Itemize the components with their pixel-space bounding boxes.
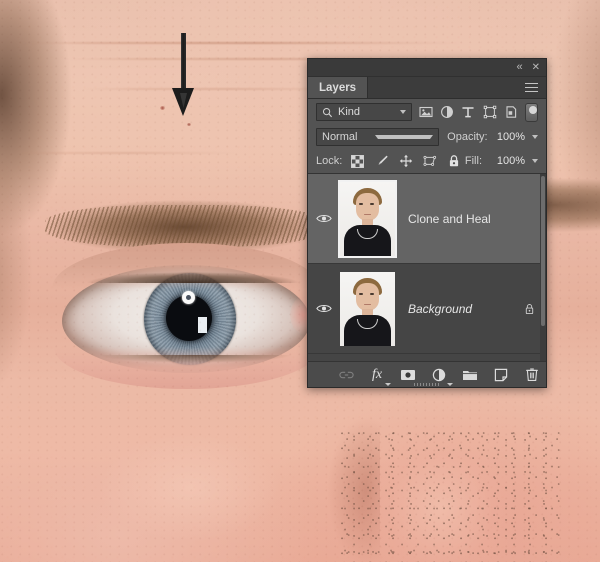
blemish-pointer-arrow bbox=[172, 33, 196, 116]
new-group-button[interactable] bbox=[462, 366, 479, 383]
chevron-down-icon[interactable] bbox=[400, 110, 406, 114]
layer-locked-icon[interactable] bbox=[518, 303, 540, 315]
filter-kind-select[interactable]: Kind bbox=[316, 103, 412, 121]
fill-chevron-down-icon[interactable] bbox=[532, 159, 538, 163]
layer-name-label[interactable]: Clone and Heal bbox=[398, 212, 518, 226]
blend-mode-value: Normal bbox=[322, 131, 375, 143]
delete-layer-button[interactable] bbox=[524, 366, 541, 383]
opacity-chevron-down-icon[interactable] bbox=[532, 135, 538, 139]
folder-icon bbox=[462, 368, 478, 381]
blend-mode-select[interactable]: Normal bbox=[316, 128, 439, 146]
half-circle-icon bbox=[432, 368, 446, 382]
opacity-input[interactable]: 100% bbox=[493, 131, 525, 143]
filter-pixel-layers-icon[interactable] bbox=[419, 104, 433, 121]
chevron-down-icon[interactable] bbox=[447, 383, 453, 386]
panel-resize-grip[interactable] bbox=[414, 383, 440, 386]
layer-row-clone-and-heal[interactable]: Clone and Heal bbox=[308, 174, 546, 264]
trash-icon bbox=[525, 367, 539, 382]
layer-thumbnail-cell[interactable] bbox=[336, 182, 398, 256]
panel-tab-bar[interactable]: Layers bbox=[308, 77, 546, 99]
opacity-label: Opacity: bbox=[447, 131, 487, 143]
lock-label: Lock: bbox=[316, 155, 342, 167]
lock-position-icon[interactable] bbox=[398, 154, 413, 169]
lock-bar[interactable]: Lock: bbox=[308, 149, 546, 173]
portrait-thumbnail[interactable] bbox=[340, 182, 395, 256]
layer-visibility-toggle[interactable] bbox=[312, 303, 336, 314]
layer-style-button[interactable]: fx bbox=[369, 366, 386, 383]
filter-kind-label: Kind bbox=[338, 106, 395, 118]
tab-layers[interactable]: Layers bbox=[308, 77, 368, 98]
fill-label: Fill: bbox=[465, 155, 482, 167]
lock-all-icon[interactable] bbox=[446, 154, 461, 169]
forehead-blemish-secondary bbox=[187, 123, 191, 126]
new-layer-button[interactable] bbox=[493, 366, 510, 383]
layers-list[interactable]: Clone and Heal bbox=[308, 173, 546, 361]
link-icon bbox=[338, 369, 355, 381]
new-fill-adjustment-layer-button[interactable] bbox=[431, 366, 448, 383]
add-layer-mask-button[interactable] bbox=[400, 366, 417, 383]
chevron-down-icon[interactable] bbox=[375, 135, 434, 139]
filter-adjustment-layers-icon[interactable] bbox=[440, 104, 454, 121]
eye-icon bbox=[316, 303, 332, 314]
lock-artboard-nesting-icon[interactable] bbox=[422, 154, 437, 169]
filter-enable-toggle[interactable] bbox=[525, 103, 538, 122]
filter-bar[interactable]: Kind bbox=[308, 99, 546, 125]
lock-image-pixels-icon[interactable] bbox=[374, 154, 389, 169]
layer-row-background[interactable]: Background bbox=[308, 264, 546, 354]
screenshot-root: « ✕ Layers Kind bbox=[0, 0, 600, 562]
link-layers-button[interactable] bbox=[338, 366, 355, 383]
panel-title-strip: « ✕ bbox=[308, 59, 546, 77]
layer-mask-icon bbox=[400, 368, 416, 382]
portrait-thumbnail[interactable] bbox=[340, 272, 395, 346]
filter-shape-layers-icon[interactable] bbox=[483, 104, 497, 121]
blend-opacity-bar[interactable]: Normal Opacity: 100% bbox=[308, 125, 546, 149]
layers-panel[interactable]: « ✕ Layers Kind bbox=[307, 58, 547, 388]
lock-icon-group[interactable] bbox=[350, 154, 461, 169]
thumbnail-image bbox=[340, 182, 395, 256]
forehead-blemish bbox=[160, 106, 165, 110]
arrow-shaft bbox=[181, 33, 186, 95]
new-layer-icon bbox=[494, 368, 508, 382]
filter-smart-objects-icon[interactable] bbox=[504, 104, 518, 121]
thumbnail-image bbox=[340, 272, 395, 346]
layer-name-label[interactable]: Background bbox=[398, 302, 518, 316]
layers-scrollbar-thumb[interactable] bbox=[541, 176, 545, 326]
chevron-down-icon[interactable] bbox=[385, 383, 391, 386]
fx-icon: fx bbox=[372, 367, 382, 383]
close-panel-icon[interactable]: ✕ bbox=[532, 63, 540, 73]
layers-scrollbar-track[interactable] bbox=[540, 174, 546, 361]
collapse-panel-icon[interactable]: « bbox=[516, 62, 521, 73]
eye-icon bbox=[316, 213, 332, 224]
layer-visibility-toggle[interactable] bbox=[312, 213, 336, 224]
lock-transparent-pixels-icon[interactable] bbox=[350, 154, 365, 169]
panel-menu-icon[interactable] bbox=[517, 77, 546, 98]
fill-input[interactable]: 100% bbox=[487, 155, 525, 167]
search-icon bbox=[322, 107, 333, 118]
layers-panel-footer[interactable]: fx bbox=[308, 361, 546, 387]
layer-thumbnail-cell[interactable] bbox=[336, 272, 398, 346]
filter-type-layers-icon[interactable] bbox=[461, 104, 475, 121]
